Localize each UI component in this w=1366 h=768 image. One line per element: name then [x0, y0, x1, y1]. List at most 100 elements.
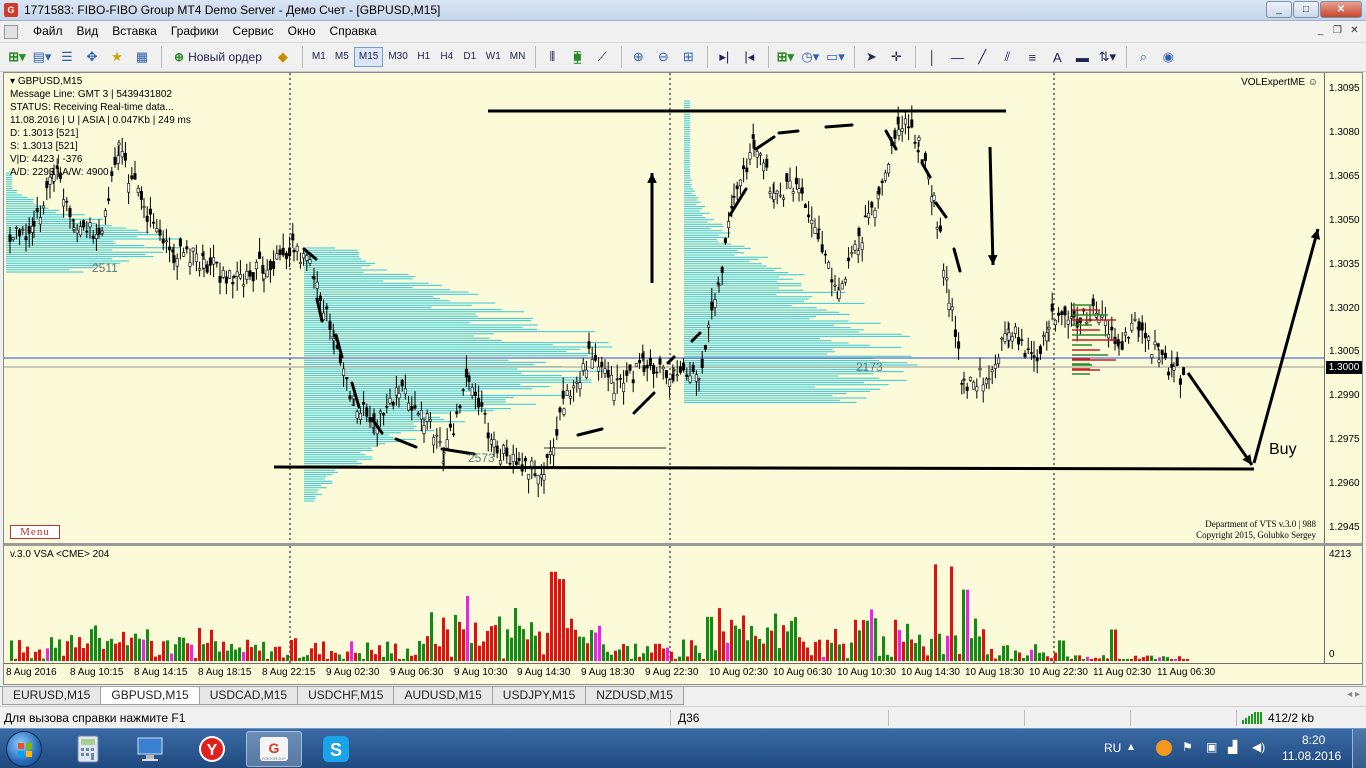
chart-close-icon[interactable]: ✕: [1347, 24, 1362, 38]
autotrading-icon[interactable]: ◆: [272, 46, 294, 68]
menu-tools[interactable]: Сервис: [226, 21, 281, 42]
tray-app-icon[interactable]: [1156, 740, 1172, 756]
candle-body: [407, 402, 411, 411]
indicators-icon[interactable]: ⊞▾: [774, 46, 796, 68]
skype-icon[interactable]: S: [308, 731, 364, 767]
terminal-icon[interactable]: ▦: [131, 46, 153, 68]
tray-volume-icon[interactable]: ◀): [1252, 740, 1265, 754]
timeframe-m5[interactable]: M5: [331, 47, 353, 67]
timeframe-m15[interactable]: M15: [353, 47, 384, 67]
chart-window-icon[interactable]: [4, 24, 18, 39]
arrows-icon[interactable]: ⇅▾: [1096, 46, 1118, 68]
candle-body: [664, 370, 668, 379]
minimize-button[interactable]: _: [1266, 1, 1292, 18]
candle-body: [400, 379, 404, 387]
tab-usdcad[interactable]: USDCAD,M15: [198, 687, 299, 705]
maximize-button[interactable]: □: [1293, 1, 1319, 18]
volume-bar: [1038, 652, 1041, 661]
chart-minimize-icon[interactable]: _: [1313, 24, 1328, 38]
auto-scroll-icon[interactable]: ▸|: [713, 46, 735, 68]
volume-bar: [890, 656, 893, 661]
tab-scroll-arrows[interactable]: ◂ ▸: [1347, 689, 1360, 700]
zoom-out-icon[interactable]: ⊖: [652, 46, 674, 68]
time-axis[interactable]: 8 Aug 2016 8 Aug 10:15 8 Aug 14:15 8 Aug…: [4, 663, 1362, 684]
indicator-menu-button[interactable]: Menu: [10, 525, 60, 539]
tray-device-icon[interactable]: ▣: [1206, 740, 1217, 754]
volume-bar: [502, 658, 505, 661]
candle-body: [385, 405, 389, 408]
search-icon[interactable]: ⌕: [1132, 46, 1154, 68]
tab-usdjpy[interactable]: USDJPY,M15: [491, 687, 587, 705]
market-watch-icon[interactable]: ☰: [56, 46, 78, 68]
bar-chart-icon[interactable]: ⫴: [541, 46, 563, 68]
vsa-indicator-window[interactable]: v.3.0 VSA <CME> 204: [4, 546, 1324, 663]
start-button[interactable]: [6, 731, 42, 767]
tab-nzdusd[interactable]: NZDUSD,M15: [585, 687, 684, 705]
tray-network-icon[interactable]: ▟: [1228, 740, 1237, 754]
volume-bar: [666, 647, 669, 661]
metatrader-app-icon[interactable]: G: [4, 3, 18, 17]
profiles-icon[interactable]: ▤▾: [31, 46, 53, 68]
language-indicator[interactable]: RU: [1104, 741, 1121, 755]
tray-expand-icon[interactable]: ▴: [1128, 739, 1134, 753]
channel-icon[interactable]: ⫽: [996, 46, 1018, 68]
chart-restore-icon[interactable]: ❐: [1330, 24, 1345, 38]
timeframe-m30[interactable]: M30: [384, 47, 411, 67]
yandex-browser-icon[interactable]: Y: [184, 731, 240, 767]
timeframe-h4[interactable]: H4: [436, 47, 458, 67]
vertical-line-icon[interactable]: │: [921, 46, 943, 68]
menu-help[interactable]: Справка: [323, 21, 384, 42]
text-icon[interactable]: A: [1046, 46, 1068, 68]
tab-audusd[interactable]: AUDUSD,M15: [393, 687, 493, 705]
cursor-icon[interactable]: ➤: [860, 46, 882, 68]
menu-view[interactable]: Вид: [70, 21, 106, 42]
volume-bar: [86, 643, 89, 661]
menu-window[interactable]: Окно: [281, 21, 323, 42]
volume-bar: [770, 630, 773, 661]
timeframe-mn[interactable]: MN: [506, 47, 530, 67]
tab-gbpusd[interactable]: GBPUSD,M15: [100, 687, 200, 705]
navigator-icon[interactable]: ✥: [81, 46, 103, 68]
chart-shift-icon[interactable]: |◂: [738, 46, 760, 68]
time-tick: 11 Aug 02:30: [1093, 667, 1152, 678]
timeframe-m1[interactable]: M1: [308, 47, 330, 67]
favorites-icon[interactable]: ★: [106, 46, 128, 68]
trendline-icon[interactable]: ╱: [971, 46, 993, 68]
close-button[interactable]: ✕: [1320, 1, 1362, 18]
computer-app-icon[interactable]: [122, 731, 178, 767]
candlestick-icon[interactable]: ⧯: [566, 46, 588, 68]
fibogroup-mt4-icon[interactable]: G FIBOGROUP: [246, 731, 302, 767]
calculator-app-icon[interactable]: [60, 731, 116, 767]
label-icon[interactable]: ▬: [1071, 46, 1093, 68]
menu-charts[interactable]: Графики: [164, 21, 226, 42]
candle-body: [1120, 341, 1124, 350]
show-desktop-button[interactable]: [1352, 729, 1366, 768]
candle-body: [768, 191, 772, 194]
tile-windows-icon[interactable]: ⊞: [677, 46, 699, 68]
menu-insert[interactable]: Вставка: [105, 21, 164, 42]
timeframe-d1[interactable]: D1: [459, 47, 481, 67]
horizontal-line-icon[interactable]: ―: [946, 46, 968, 68]
new-order-button[interactable]: ⊕ Новый ордер: [167, 46, 269, 68]
chart-window[interactable]: ▾ GBPUSD,M15 Message Line: GMT 3 | 54394…: [3, 72, 1363, 685]
clock-time[interactable]: 8:20: [1302, 733, 1325, 747]
zoom-in-icon[interactable]: ⊕: [627, 46, 649, 68]
clock-date[interactable]: 11.08.2016: [1282, 749, 1341, 763]
fibonacci-icon[interactable]: ≡: [1021, 46, 1043, 68]
tab-eurusd[interactable]: EURUSD,M15: [2, 687, 102, 705]
timeframe-h1[interactable]: H1: [413, 47, 435, 67]
menu-file[interactable]: Файл: [26, 21, 70, 42]
line-chart-icon[interactable]: ⟋: [591, 46, 613, 68]
price-chart[interactable]: ▾ GBPUSD,M15 Message Line: GMT 3 | 54394…: [4, 73, 1324, 543]
timeframe-w1[interactable]: W1: [482, 47, 505, 67]
periods-icon[interactable]: ◷▾: [799, 46, 821, 68]
tab-usdchf[interactable]: USDCHF,M15: [297, 687, 395, 705]
templates-icon[interactable]: ▭▾: [824, 46, 846, 68]
price-axis[interactable]: 1.3095 1.3080 1.3065 1.3050 1.3035 1.302…: [1324, 73, 1362, 543]
community-icon[interactable]: ◉: [1157, 46, 1179, 68]
crosshair-icon[interactable]: ✛: [885, 46, 907, 68]
candle-body: [847, 257, 851, 262]
tray-flag-icon[interactable]: ⚑: [1182, 740, 1193, 754]
new-chart-icon[interactable]: ⊞▾: [6, 46, 28, 68]
connection-bars-icon[interactable]: [1242, 712, 1264, 724]
